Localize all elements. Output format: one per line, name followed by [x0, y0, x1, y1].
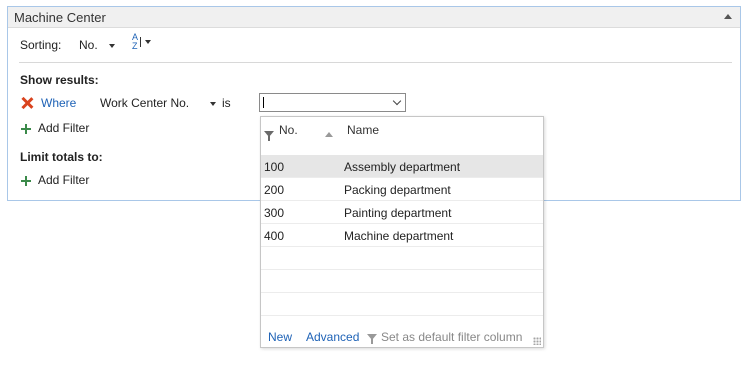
cell-name: Assembly department — [344, 160, 461, 174]
table-row[interactable]: 300 Painting department — [261, 201, 543, 224]
add-filter-button[interactable]: Add Filter — [38, 121, 89, 135]
remove-filter-icon[interactable] — [21, 97, 33, 109]
chevron-down-icon — [145, 40, 151, 44]
sorting-value: No. — [79, 38, 98, 52]
text-cursor — [263, 97, 264, 108]
cell-no: 100 — [264, 160, 285, 174]
cell-name: Painting department — [344, 206, 452, 220]
filter-funnel-icon[interactable] — [264, 131, 274, 141]
column-header-name[interactable]: Name — [347, 123, 379, 137]
sort-direction-button[interactable]: A Z — [132, 32, 154, 52]
chevron-down-icon — [109, 43, 116, 48]
limit-totals-add-filter-button[interactable]: Add Filter — [38, 173, 89, 187]
collapse-icon[interactable] — [724, 14, 732, 19]
sort-az-icon-bottom: Z — [132, 41, 138, 51]
filter-field-dropdown[interactable]: Work Center No. — [100, 96, 217, 110]
add-icon — [21, 124, 31, 134]
table-row[interactable]: 100 Assembly department — [261, 155, 543, 178]
sorting-label: Sorting: — [20, 38, 62, 52]
cell-name: Machine department — [344, 229, 454, 243]
set-default-filter-column-link[interactable]: Set as default filter column — [381, 330, 522, 344]
add-icon — [21, 176, 31, 186]
panel-header[interactable]: Machine Center — [8, 7, 740, 28]
show-results-heading: Show results: — [20, 73, 99, 87]
cell-name: Packing department — [344, 183, 451, 197]
empty-row — [261, 270, 543, 293]
resize-grip-icon[interactable] — [533, 337, 541, 345]
new-link[interactable]: New — [268, 330, 292, 344]
chevron-down-icon[interactable] — [392, 96, 402, 106]
table-row[interactable]: 400 Machine department — [261, 224, 543, 247]
divider — [19, 62, 732, 63]
cell-no: 400 — [264, 229, 285, 243]
sort-arrow-icon — [140, 37, 141, 47]
chevron-down-icon — [210, 101, 217, 106]
panel-title: Machine Center — [14, 10, 106, 25]
advanced-link[interactable]: Advanced — [306, 330, 359, 344]
filter-value-input[interactable] — [259, 93, 406, 112]
cell-no: 200 — [264, 183, 285, 197]
lookup-dropdown: No. Name 100 Assembly department 200 Pac… — [260, 116, 544, 348]
empty-row — [261, 247, 543, 270]
where-label: Where — [41, 96, 77, 110]
table-row[interactable]: 200 Packing department — [261, 178, 543, 201]
filter-funnel-icon — [367, 334, 377, 344]
empty-row — [261, 293, 543, 316]
sorting-dropdown[interactable]: No. — [79, 38, 116, 52]
sort-ascending-icon — [325, 132, 333, 137]
cell-no: 300 — [264, 206, 285, 220]
limit-totals-heading: Limit totals to: — [20, 150, 103, 164]
filter-operator: is — [222, 96, 231, 110]
column-header-no[interactable]: No. — [279, 123, 298, 137]
filter-field-value: Work Center No. — [100, 96, 190, 110]
